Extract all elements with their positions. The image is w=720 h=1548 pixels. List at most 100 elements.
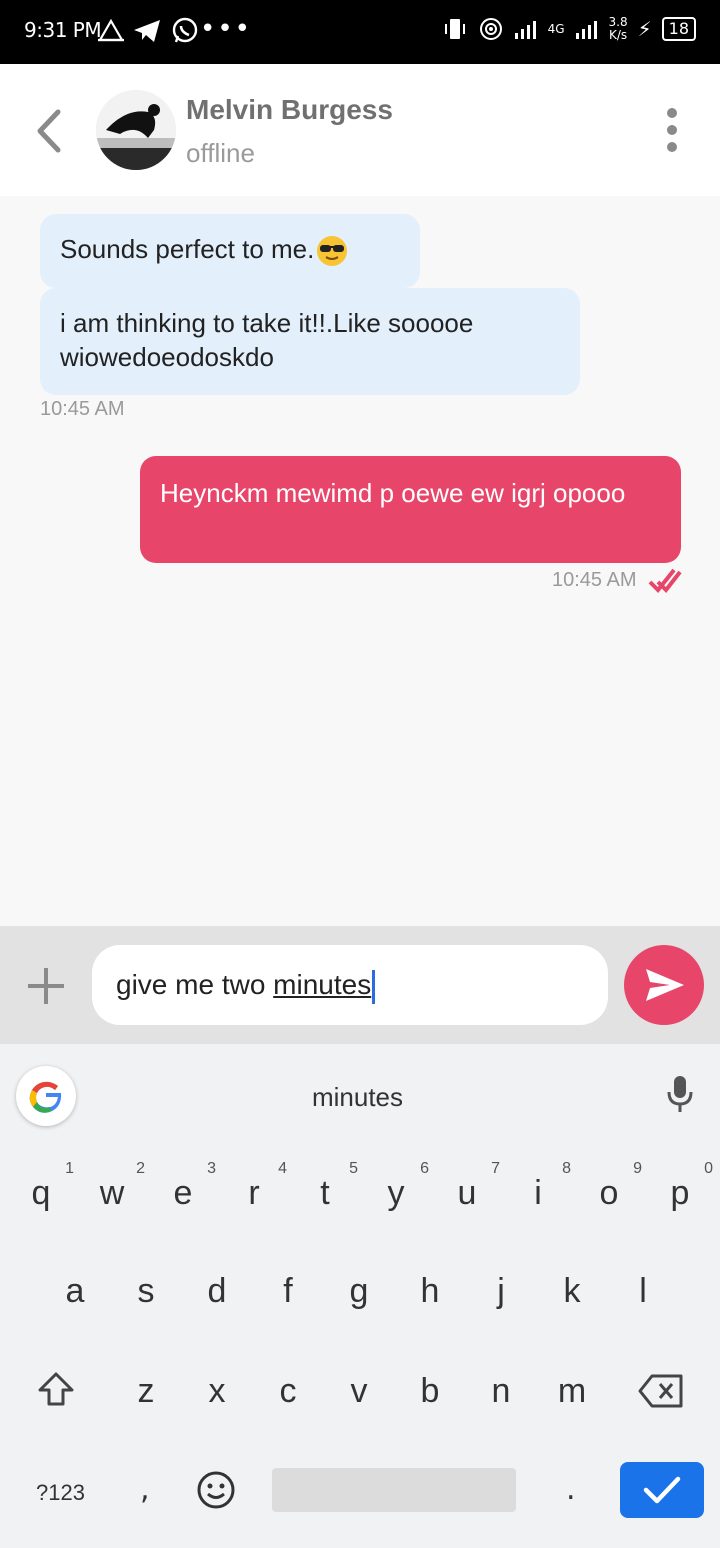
message-list: Sounds perfect to me. i am thinking to t… xyxy=(0,196,720,926)
key-m[interactable]: m xyxy=(537,1372,607,1411)
message-text: i am thinking to take it!!.Like sooooe w… xyxy=(60,308,474,372)
key-q[interactable]: q1 xyxy=(6,1160,76,1213)
message-input-text: give me two xyxy=(116,969,274,1000)
message-text: Heynckm mewimd p oewe ew igrj opooo xyxy=(160,478,626,508)
suggestion-word[interactable]: minutes xyxy=(0,1082,715,1113)
key-p[interactable]: p0 xyxy=(645,1160,715,1213)
avatar[interactable] xyxy=(96,90,176,170)
key-label: y xyxy=(387,1174,405,1212)
comma-key[interactable]: , xyxy=(140,1472,150,1507)
network-type: 4G xyxy=(547,22,565,36)
key-j[interactable]: j xyxy=(466,1272,536,1311)
message-bubble[interactable]: i am thinking to take it!!.Like sooooe w… xyxy=(40,288,580,395)
network-speed: 3.8 K/s xyxy=(609,16,628,42)
key-w[interactable]: w2 xyxy=(77,1160,147,1213)
keyboard-suggestion-strip: minutes xyxy=(0,1044,720,1138)
key-z[interactable]: z xyxy=(111,1372,181,1411)
backspace-icon[interactable] xyxy=(638,1374,684,1408)
key-s[interactable]: s xyxy=(111,1272,181,1311)
period-key[interactable]: . xyxy=(566,1472,576,1507)
key-hint: 6 xyxy=(420,1160,429,1177)
key-hint: 8 xyxy=(562,1160,571,1177)
check-icon xyxy=(643,1476,681,1504)
hotspot-icon xyxy=(479,18,502,40)
contact-name: Melvin Burgess xyxy=(186,94,393,125)
key-k[interactable]: k xyxy=(537,1272,607,1311)
send-button[interactable] xyxy=(624,945,704,1025)
key-hint: 1 xyxy=(65,1160,74,1177)
avatar-image xyxy=(96,90,176,170)
key-label: i xyxy=(534,1174,542,1212)
whatsapp-icon xyxy=(172,17,198,43)
double-check-icon xyxy=(648,568,682,594)
key-label: q xyxy=(31,1174,51,1212)
message-text: Sounds perfect to me. xyxy=(60,234,315,264)
signal-icon xyxy=(514,21,536,39)
key-n[interactable]: n xyxy=(466,1372,536,1411)
key-y[interactable]: y6 xyxy=(361,1160,431,1213)
key-l[interactable]: l xyxy=(608,1272,678,1311)
send-icon xyxy=(646,969,684,1001)
notification-icons xyxy=(98,16,200,46)
key-hint: 9 xyxy=(633,1160,642,1177)
delta-icon xyxy=(98,18,124,42)
key-o[interactable]: o9 xyxy=(574,1160,644,1213)
shift-icon[interactable] xyxy=(36,1370,76,1410)
key-label: t xyxy=(320,1174,330,1212)
key-g[interactable]: g xyxy=(324,1272,394,1311)
key-hint: 7 xyxy=(491,1160,500,1177)
contact-status: offline xyxy=(186,138,255,168)
space-bar[interactable] xyxy=(272,1468,516,1512)
charging-icon: ⚡ xyxy=(637,17,652,41)
key-t[interactable]: t5 xyxy=(290,1160,360,1213)
telegram-icon xyxy=(134,20,160,42)
key-b[interactable]: b xyxy=(395,1372,465,1411)
key-v[interactable]: v xyxy=(324,1372,394,1411)
message-bubble[interactable]: Sounds perfect to me. xyxy=(40,214,420,288)
status-time: 9:31 PM xyxy=(24,18,102,42)
message-timestamp: 10:45 AM xyxy=(552,569,637,591)
key-r[interactable]: r4 xyxy=(219,1160,289,1213)
key-label: e xyxy=(173,1174,193,1212)
key-i[interactable]: i8 xyxy=(503,1160,573,1213)
text-caret xyxy=(372,969,376,1004)
key-label: w xyxy=(99,1174,125,1212)
more-notifications-icon: ••• xyxy=(200,14,253,44)
key-x[interactable]: x xyxy=(182,1372,252,1411)
key-e[interactable]: e3 xyxy=(148,1160,218,1213)
key-c[interactable]: c xyxy=(253,1372,323,1411)
key-hint: 0 xyxy=(704,1160,713,1177)
more-vert-icon[interactable] xyxy=(660,108,684,156)
key-f[interactable]: f xyxy=(253,1272,323,1311)
message-input-composing-word: minutes xyxy=(273,969,372,1000)
system-icons: 4G 3.8 K/s ⚡ 18 xyxy=(442,16,696,42)
key-h[interactable]: h xyxy=(395,1272,465,1311)
emoji-icon[interactable] xyxy=(196,1470,236,1510)
key-hint: 3 xyxy=(207,1160,216,1177)
message-input[interactable]: give me two minutes xyxy=(92,945,608,1025)
back-arrow-icon[interactable] xyxy=(30,106,70,156)
keyboard: q1w2e3r4t5y6u7i8o9p0 asdfghjkl zxcvbnm ?… xyxy=(0,1138,720,1548)
plus-icon[interactable] xyxy=(26,966,66,1006)
key-u[interactable]: u7 xyxy=(432,1160,502,1213)
key-d[interactable]: d xyxy=(182,1272,252,1311)
key-label: p xyxy=(670,1174,690,1212)
battery-level: 18 xyxy=(661,17,696,41)
composer-bar: give me two minutes xyxy=(0,926,720,1044)
sunglasses-emoji-icon xyxy=(317,236,348,267)
symbols-key[interactable]: ?123 xyxy=(36,1480,85,1506)
key-label: r xyxy=(248,1174,260,1212)
key-label: u xyxy=(457,1174,477,1212)
key-hint: 5 xyxy=(349,1160,358,1177)
key-a[interactable]: a xyxy=(40,1272,110,1311)
message-timestamp: 10:45 AM xyxy=(40,398,125,420)
vibrate-icon xyxy=(444,19,465,39)
message-bubble-outgoing[interactable]: Heynckm mewimd p oewe ew igrj opooo xyxy=(140,456,681,563)
enter-key[interactable] xyxy=(620,1462,704,1518)
mic-icon[interactable] xyxy=(666,1074,694,1114)
key-hint: 4 xyxy=(278,1160,287,1177)
signal-icon-2 xyxy=(575,21,597,39)
key-hint: 2 xyxy=(136,1160,145,1177)
key-label: o xyxy=(599,1174,619,1212)
status-bar: 9:31 PM ••• 4G 3.8 K/s ⚡ 18 xyxy=(0,0,720,64)
